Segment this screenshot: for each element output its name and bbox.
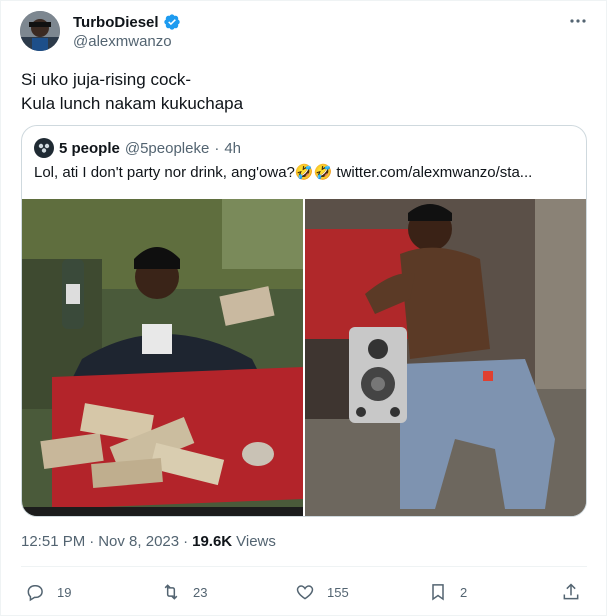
quote-separator: · <box>214 139 220 157</box>
like-count: 155 <box>327 584 349 600</box>
views-label: Views <box>236 533 276 550</box>
retweet-button[interactable]: 23 <box>161 577 207 607</box>
tweet-time[interactable]: 12:51 PM <box>21 533 85 550</box>
action-bar: 19 23 155 2 <box>21 577 587 607</box>
author-name[interactable]: TurboDiesel <box>73 14 159 31</box>
tweet-meta: 12:51 PM · Nov 8, 2023 · 19.6K Views <box>21 533 276 550</box>
quote-text: Lol, ati I don't party nor drink, ang'ow… <box>34 164 533 181</box>
retweet-icon <box>161 582 181 602</box>
like-button[interactable]: 155 <box>295 577 349 607</box>
share-button[interactable] <box>561 577 581 607</box>
quote-author-handle: @5peopleke <box>124 139 210 157</box>
quote-tweet[interactable]: 5 people @5peopleke · 4h Lol, ati I don'… <box>21 125 587 517</box>
more-icon[interactable] <box>566 11 590 31</box>
share-icon <box>561 582 581 602</box>
meta-separator: · <box>89 533 95 550</box>
photo-money-table[interactable] <box>22 199 303 516</box>
bookmark-button[interactable]: 2 <box>428 577 467 607</box>
divider <box>21 566 587 567</box>
quote-time: 4h <box>224 139 242 157</box>
bookmark-icon <box>428 582 448 602</box>
retweet-count: 23 <box>193 584 208 600</box>
quote-author-name: 5 people <box>59 139 120 157</box>
views-count[interactable]: 19.6K <box>192 533 232 550</box>
reply-icon <box>25 582 45 602</box>
bookmark-count: 2 <box>460 584 468 600</box>
tweet-text: Si uko juja-rising cock- Kula lunch naka… <box>21 68 243 116</box>
tweet-card: TurboDiesel @alexmwanzo Si uko juja-risi… <box>0 0 607 616</box>
verified-icon <box>163 13 181 31</box>
photo-speaker-step[interactable] <box>305 199 586 516</box>
like-icon <box>295 582 315 602</box>
avatar[interactable] <box>20 11 60 51</box>
tweet-text-line: Si uko juja-rising cock- <box>21 70 192 89</box>
reply-count: 19 <box>57 584 72 600</box>
tweet-date[interactable]: Nov 8, 2023 <box>98 533 179 550</box>
quote-media <box>22 199 586 516</box>
reply-button[interactable]: 19 <box>25 577 71 607</box>
quote-avatar <box>34 138 54 158</box>
tweet-text-line: Kula lunch nakam kukuchapa <box>21 94 244 113</box>
author-handle[interactable]: @alexmwanzo <box>73 33 172 50</box>
meta-separator: · <box>183 533 189 550</box>
